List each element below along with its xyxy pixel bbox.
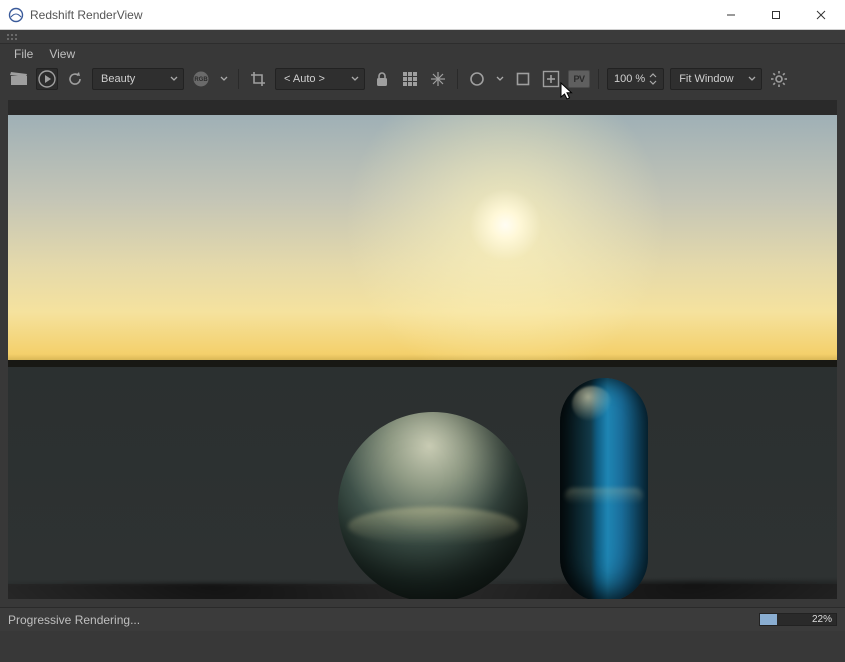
clapper-icon[interactable] <box>8 68 30 90</box>
toolbar: Beauty RGB < Auto > <box>0 64 845 94</box>
stepper-icon <box>649 73 657 85</box>
status-text: Progressive Rendering... <box>8 613 140 627</box>
drag-grip-bar[interactable] <box>0 30 845 44</box>
minimize-button[interactable] <box>708 0 753 29</box>
chevron-down-icon <box>748 75 756 83</box>
refresh-button[interactable] <box>64 68 86 90</box>
region-select[interactable]: < Auto > <box>275 68 365 90</box>
pv-badge[interactable]: PV <box>568 70 590 88</box>
app-icon <box>8 7 24 23</box>
snowflake-icon[interactable] <box>427 68 449 90</box>
chevron-down-icon <box>351 75 359 83</box>
titlebar: Redshift RenderView <box>0 0 845 30</box>
lock-icon[interactable] <box>371 68 393 90</box>
window-title: Redshift RenderView <box>30 8 143 22</box>
menu-file[interactable]: File <box>8 45 39 63</box>
grid-icon[interactable] <box>399 68 421 90</box>
aov-select[interactable]: Beauty <box>92 68 184 90</box>
chevron-down-icon <box>170 75 178 83</box>
maximize-button[interactable] <box>753 0 798 29</box>
grip-icon <box>6 33 18 41</box>
circle-icon[interactable] <box>466 68 488 90</box>
zoom-input[interactable]: 100 % <box>607 68 664 90</box>
fit-select[interactable]: Fit Window <box>670 68 762 90</box>
progress-fill <box>760 614 777 625</box>
fit-select-value: Fit Window <box>679 73 733 85</box>
progress-bar: 22% <box>759 613 837 626</box>
menu-view[interactable]: View <box>43 45 81 63</box>
play-button[interactable] <box>36 68 58 90</box>
rendered-capsule <box>560 378 648 599</box>
gear-icon[interactable] <box>768 68 790 90</box>
circle-dropdown[interactable] <box>494 68 506 90</box>
aov-select-value: Beauty <box>101 73 135 85</box>
region-select-value: < Auto > <box>284 73 325 85</box>
rgb-icon[interactable]: RGB <box>190 68 212 90</box>
divider <box>238 69 239 89</box>
rgb-dropdown[interactable] <box>218 68 230 90</box>
viewport-container <box>0 94 845 607</box>
render-viewport[interactable] <box>8 100 837 599</box>
rendered-sphere <box>338 412 528 599</box>
crop-icon[interactable] <box>247 68 269 90</box>
statusbar: Progressive Rendering... 22% <box>0 607 845 631</box>
close-button[interactable] <box>798 0 843 29</box>
progress-percent: 22% <box>812 614 832 625</box>
snapshot-plus-icon[interactable] <box>540 68 562 90</box>
svg-text:RGB: RGB <box>194 77 208 83</box>
zoom-value: 100 % <box>614 73 645 85</box>
divider <box>457 69 458 89</box>
menubar: File View <box>0 44 845 64</box>
rendered-image <box>8 115 837 584</box>
square-icon[interactable] <box>512 68 534 90</box>
divider <box>598 69 599 89</box>
